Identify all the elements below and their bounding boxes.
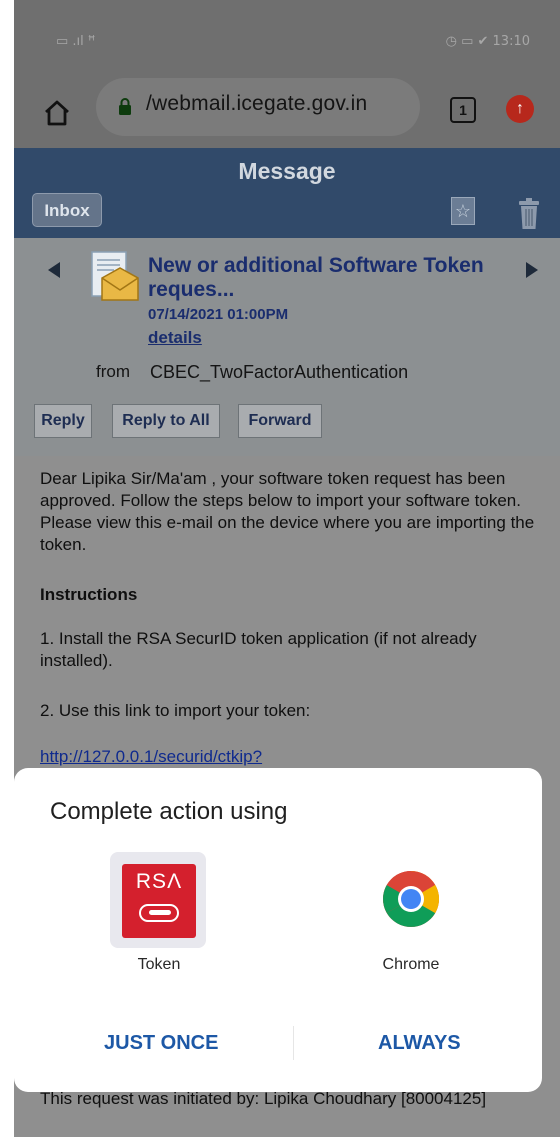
status-right: ◷ ▭ ✔ 13:10 <box>445 34 530 49</box>
url-text: /webmail.icegate.gov.in <box>146 92 368 115</box>
complete-action-dialog: Complete action using RSΛ Token Chrome J… <box>14 768 542 1092</box>
lock-icon <box>119 98 131 115</box>
previous-message-icon[interactable] <box>48 262 60 278</box>
rsa-token-icon: RSΛ <box>110 852 206 948</box>
step-2-text: 2. Use this link to import your token: <box>40 701 311 720</box>
message-info: New or additional Software Token reques.… <box>14 238 560 456</box>
next-message-icon[interactable] <box>526 262 538 278</box>
details-link[interactable]: details <box>148 328 202 348</box>
reply-all-button[interactable]: Reply to All <box>112 404 220 438</box>
status-bar: ▭ .ıl ꟸ ◷ ▭ ✔ 13:10 <box>14 0 560 80</box>
message-date: 07/14/2021 01:00PM <box>148 306 289 323</box>
status-left: ▭ .ıl ꟸ <box>56 34 96 49</box>
dialog-title: Complete action using <box>50 798 288 825</box>
step-1-text: 1. Install the RSA SecurID token applica… <box>40 629 477 670</box>
app-label-token: Token <box>137 956 181 973</box>
tab-switcher-button[interactable]: 1 <box>450 97 476 123</box>
reply-button[interactable]: Reply <box>34 404 92 438</box>
app-label-chrome: Chrome <box>382 956 440 973</box>
inbox-button[interactable]: Inbox <box>32 193 102 227</box>
just-once-button[interactable]: JUST ONCE <box>104 1032 218 1055</box>
always-button[interactable]: ALWAYS <box>378 1032 461 1055</box>
import-token-link[interactable]: http://127.0.0.1/securid/ctkip? <box>40 746 548 768</box>
message-header: Message Inbox ☆ <box>14 148 560 238</box>
body-paragraph: Dear Lipika Sir/Ma'am , your software to… <box>40 469 535 554</box>
page-title: Message <box>238 158 336 184</box>
button-divider <box>293 1026 294 1060</box>
trash-icon[interactable] <box>518 198 540 230</box>
home-icon[interactable] <box>42 98 72 128</box>
envelope-icon <box>91 251 139 301</box>
message-subject: New or additional Software Token reques.… <box>148 254 484 301</box>
browser-toolbar: /webmail.icegate.gov.in 1 ↑ <box>14 78 560 148</box>
address-bar[interactable]: /webmail.icegate.gov.in <box>96 78 420 136</box>
star-icon[interactable]: ☆ <box>451 197 475 225</box>
forward-button[interactable]: Forward <box>238 404 322 438</box>
chrome-icon <box>383 871 439 927</box>
update-icon[interactable]: ↑ <box>506 95 534 123</box>
instructions-heading: Instructions <box>40 585 138 604</box>
left-gap <box>0 0 14 1137</box>
from-label: from <box>96 362 130 381</box>
from-value: CBEC_TwoFactorAuthentication <box>150 362 409 382</box>
